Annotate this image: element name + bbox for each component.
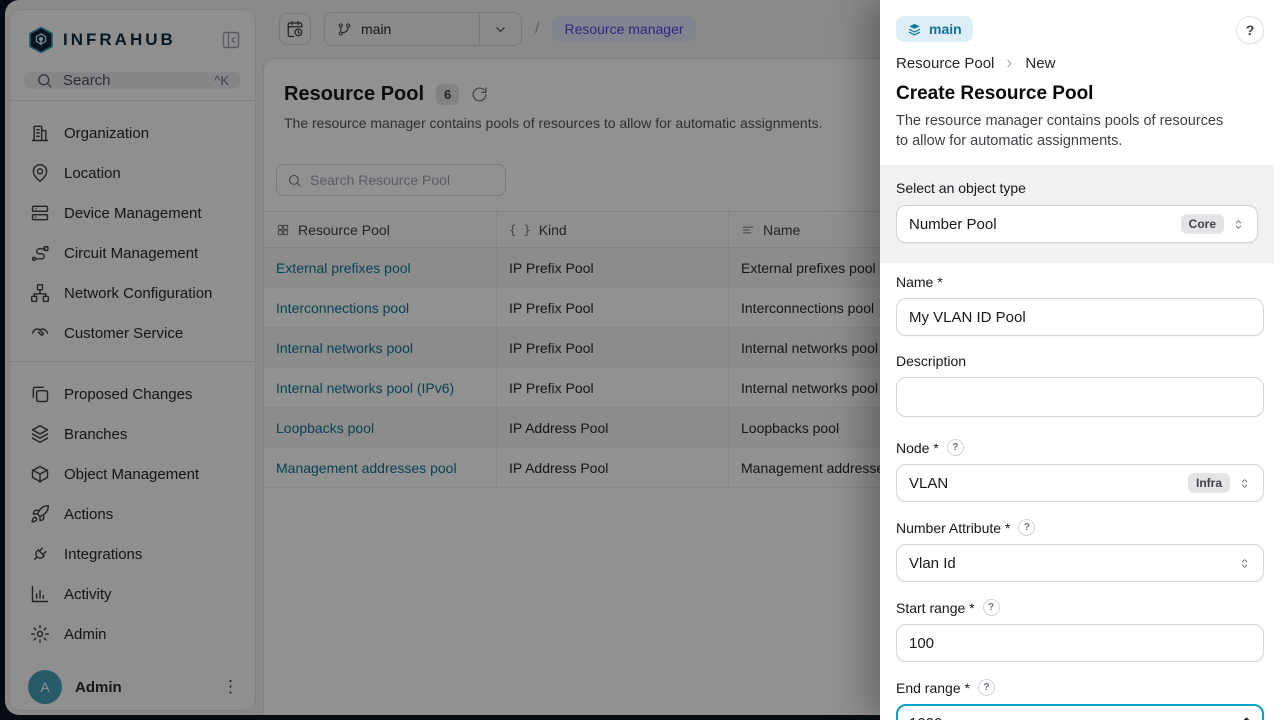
number-attribute-value: Vlan Id — [909, 555, 1230, 572]
drawer-description: The resource manager contains pools of r… — [896, 111, 1236, 151]
spinner-up-icon[interactable] — [1242, 716, 1251, 720]
drawer-breadcrumb: Resource Pool New — [896, 55, 1264, 72]
description-field-label: Description — [896, 353, 966, 369]
node-value: VLAN — [909, 475, 1180, 492]
chevrons-up-down-icon — [1238, 557, 1251, 570]
chevron-right-icon — [1003, 57, 1016, 70]
start-range-input[interactable] — [909, 635, 1251, 652]
end-range-help-icon[interactable]: ? — [978, 679, 995, 696]
breadcrumb-parent[interactable]: Resource Pool — [896, 55, 994, 72]
object-type-select[interactable]: Number Pool Core — [896, 205, 1258, 243]
start-range-field — [896, 624, 1264, 662]
create-resource-pool-drawer: main ? Resource Pool New Create Resource… — [880, 0, 1280, 720]
branch-badge-label: main — [929, 21, 962, 37]
number-attribute-help-icon[interactable]: ? — [1018, 519, 1035, 536]
name-input[interactable] — [909, 309, 1251, 326]
number-attribute-select[interactable]: Vlan Id — [896, 544, 1264, 582]
start-range-field-label: Start range * — [896, 600, 975, 616]
end-range-input[interactable] — [909, 715, 1234, 720]
node-field-label: Node * — [896, 440, 939, 456]
object-type-label: Select an object type — [896, 180, 1258, 196]
breadcrumb-current: New — [1025, 55, 1055, 72]
chevrons-up-down-icon — [1232, 218, 1245, 231]
object-type-section: Select an object type Number Pool Core — [880, 165, 1274, 263]
node-help-icon[interactable]: ? — [947, 439, 964, 456]
chevrons-up-down-icon — [1238, 477, 1251, 490]
layers-icon — [907, 22, 922, 37]
core-badge: Core — [1181, 214, 1224, 234]
object-type-value: Number Pool — [909, 216, 1173, 233]
name-field — [896, 298, 1264, 336]
modal-overlay[interactable] — [0, 0, 880, 720]
branch-badge: main — [896, 16, 973, 42]
end-range-field-label: End range * — [896, 680, 970, 696]
number-attribute-field-label: Number Attribute * — [896, 520, 1010, 536]
help-button[interactable]: ? — [1236, 16, 1264, 44]
drawer-form: Name * Description Node * ? VLAN Infra — [880, 263, 1280, 720]
name-field-label: Name * — [896, 274, 943, 290]
node-select[interactable]: VLAN Infra — [896, 464, 1264, 502]
infra-badge: Infra — [1188, 473, 1230, 493]
description-textarea[interactable] — [896, 377, 1264, 417]
number-spinner[interactable] — [1242, 716, 1251, 720]
end-range-field — [896, 704, 1264, 720]
start-range-help-icon[interactable]: ? — [983, 599, 1000, 616]
drawer-title: Create Resource Pool — [896, 83, 1264, 105]
